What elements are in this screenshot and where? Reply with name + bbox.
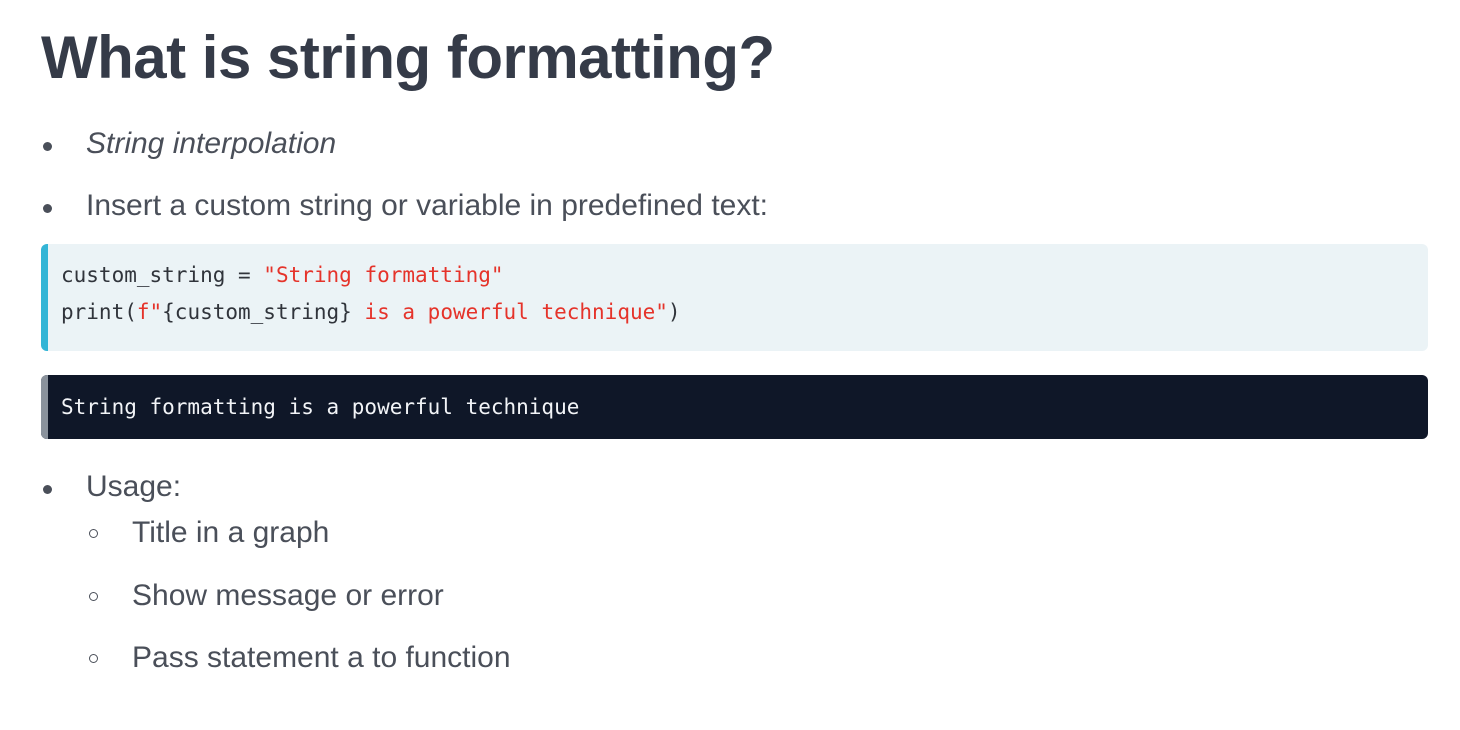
sub-bullet-text: Pass statement a to function [132, 641, 511, 674]
code-token-plain: print( [61, 300, 137, 324]
code-accent-bar [41, 244, 48, 351]
code-token-plain: custom_string = [61, 263, 264, 287]
sub-bullet-circle-icon [89, 592, 98, 601]
code-token-string: is a powerful technique" [351, 300, 668, 324]
bullet-dot-icon [43, 204, 52, 213]
code-token-string: "String formatting" [263, 263, 504, 287]
bullet-text: Usage: [86, 470, 182, 503]
sub-bullet-text: Show message or error [132, 579, 444, 612]
code-line-2: print(f"{custom_string} is a powerful te… [61, 299, 681, 325]
code-token-interpolation: {custom_string} [162, 300, 352, 324]
output-accent-bar [41, 375, 48, 439]
bullet-text: Insert a custom string or variable in pr… [86, 189, 769, 222]
sub-bullet-circle-icon [89, 529, 98, 538]
code-block: custom_string = "String formatting" prin… [41, 244, 1428, 351]
bullet-dot-icon [43, 485, 52, 494]
bullet-dot-icon [43, 142, 52, 151]
code-token-fstring-start: f" [136, 300, 163, 324]
code-line-1: custom_string = "String formatting" [61, 262, 504, 288]
bullet-text: String interpolation [86, 127, 337, 160]
code-token-plain: ) [667, 300, 681, 324]
slide-title: What is string formatting? [41, 24, 775, 91]
sub-bullet-text: Title in a graph [132, 516, 330, 549]
output-text: String formatting is a powerful techniqu… [61, 395, 580, 419]
sub-bullet-circle-icon [89, 654, 98, 663]
output-block: String formatting is a powerful techniqu… [41, 375, 1428, 439]
